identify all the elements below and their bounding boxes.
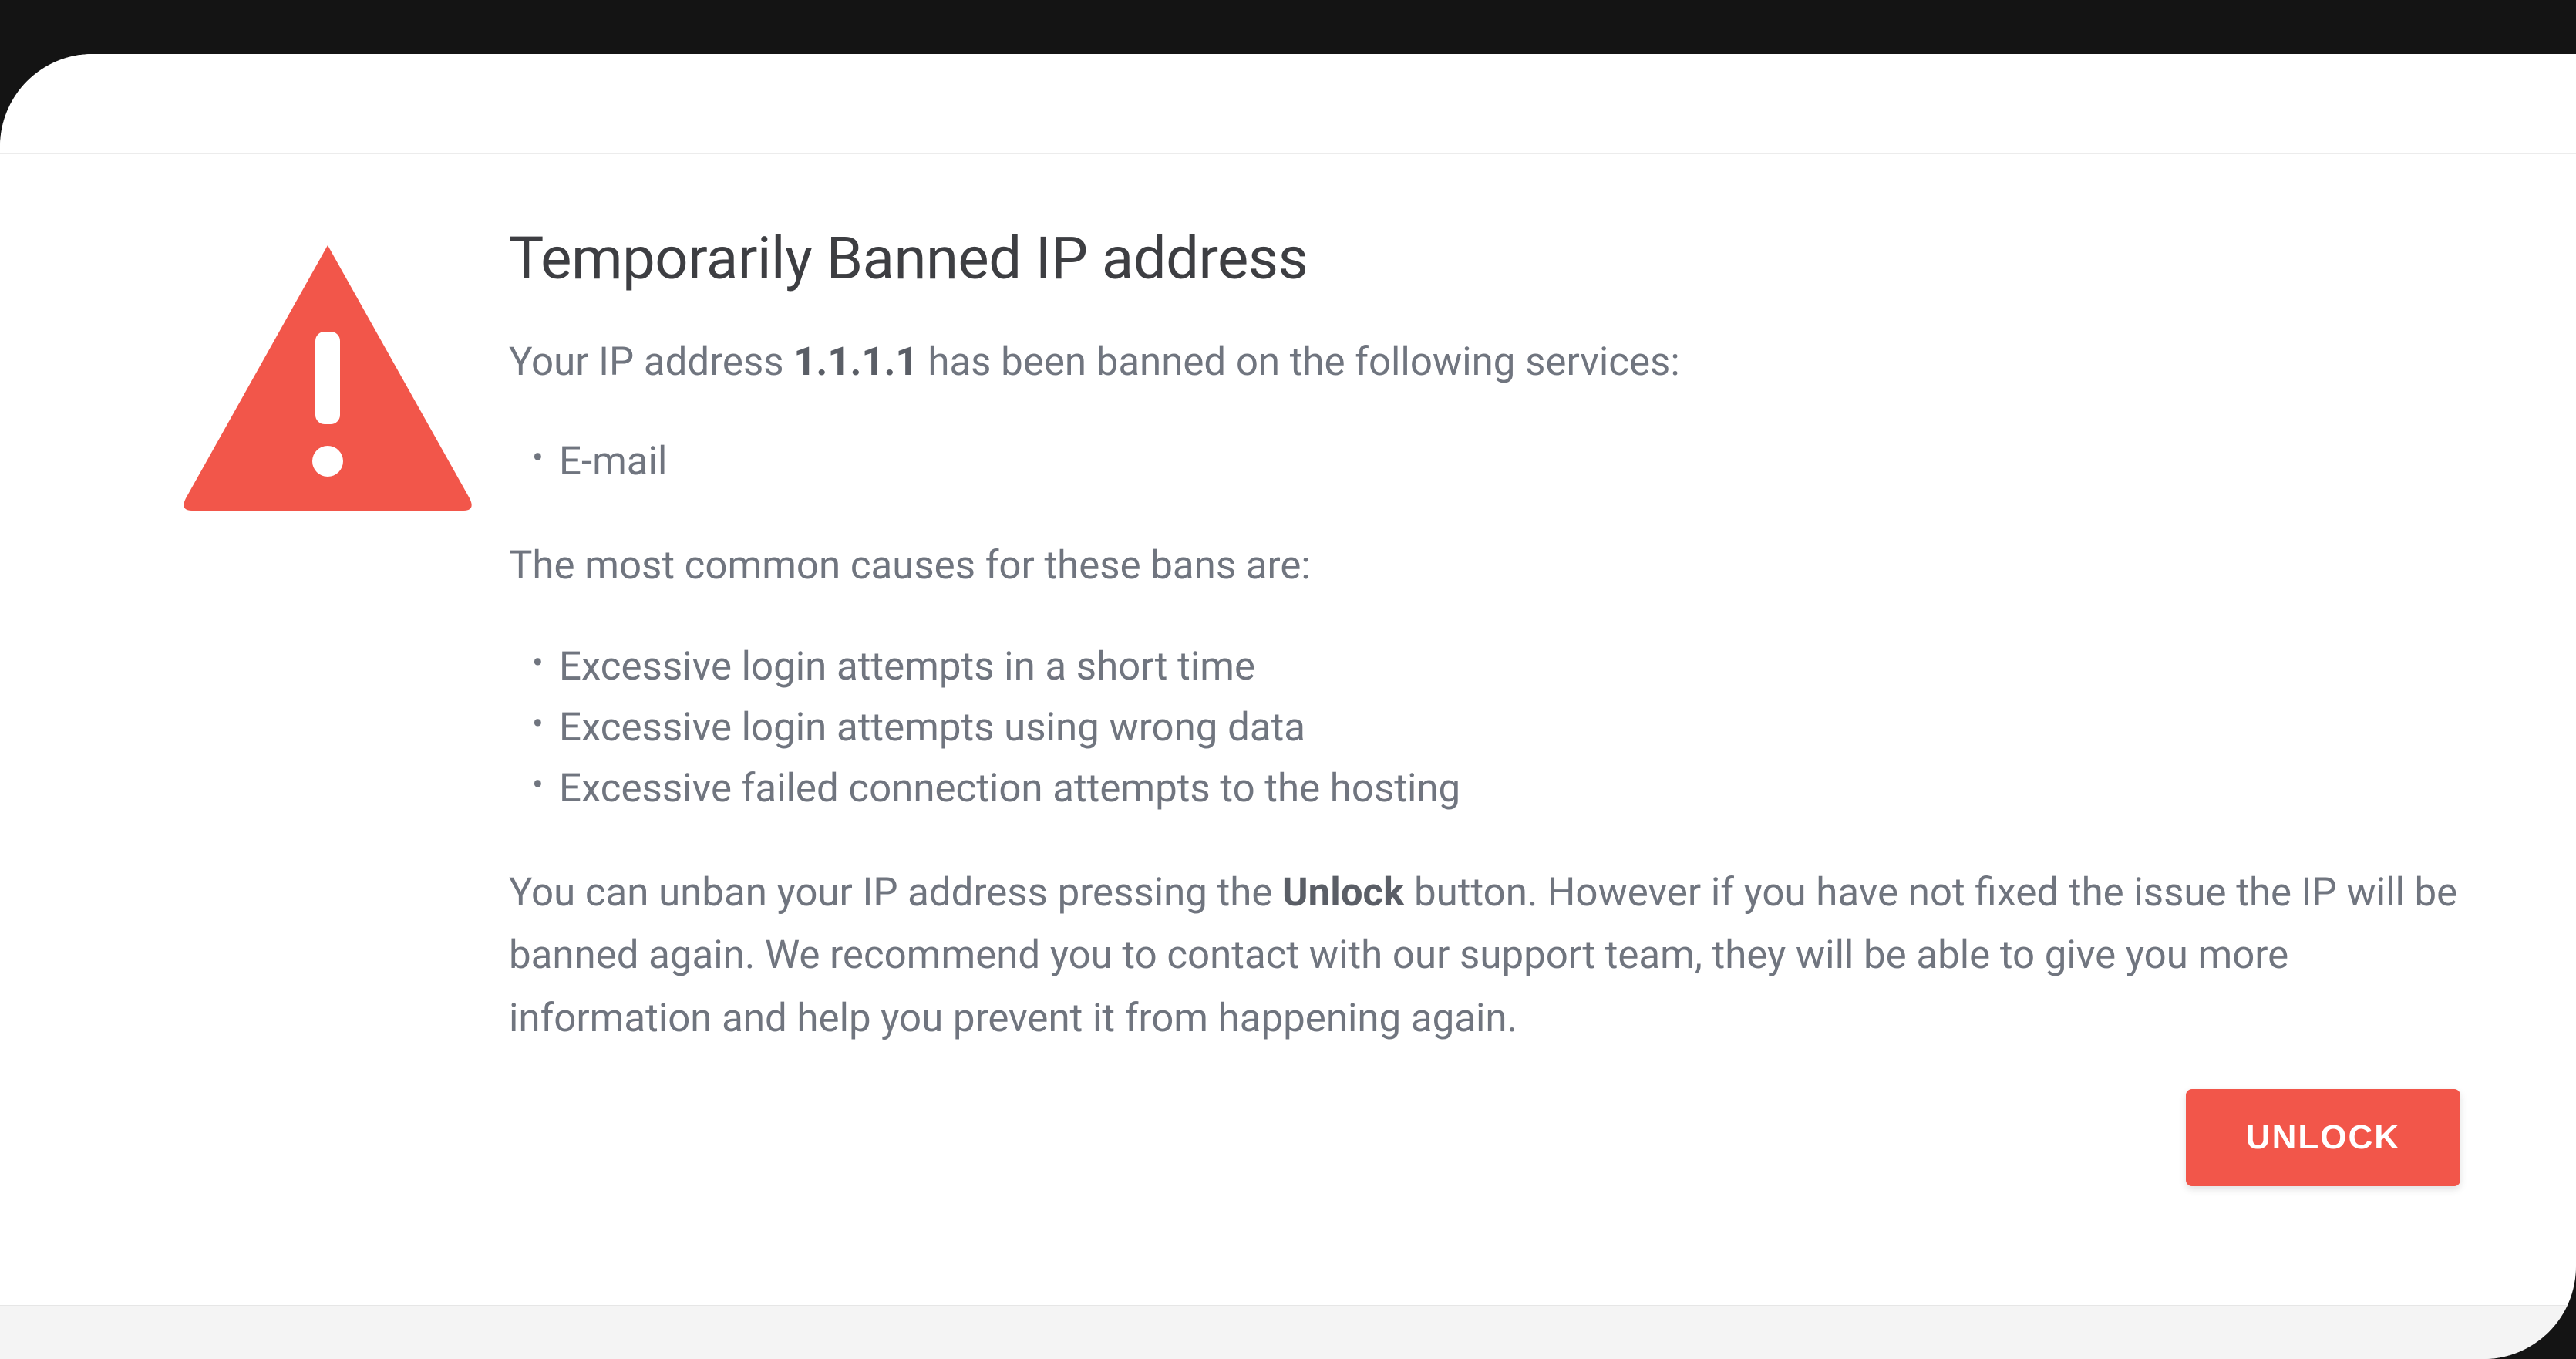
- explanation-prefix: You can unban your IP address pressing t…: [509, 870, 1282, 916]
- unlock-word: Unlock: [1282, 870, 1404, 916]
- content-wrap: Temporarily Banned IP address Your IP ad…: [0, 154, 2576, 1225]
- content-card: Temporarily Banned IP address Your IP ad…: [0, 54, 2576, 1359]
- intro-prefix: Your IP address: [509, 339, 793, 385]
- list-item: Excessive login attempts using wrong dat…: [532, 697, 2491, 758]
- text-column: Temporarily Banned IP address Your IP ad…: [509, 224, 2537, 1186]
- list-item: E-mail: [532, 431, 2491, 492]
- list-item: Excessive login attempts in a short time: [532, 636, 2491, 697]
- intro-text: Your IP address 1.1.1.1 has been banned …: [509, 332, 2491, 393]
- footer-strip: [0, 1305, 2576, 1359]
- unlock-button[interactable]: UNLOCK: [2186, 1089, 2460, 1186]
- header-bar: [0, 54, 2576, 154]
- warning-triangle-icon: [170, 239, 486, 517]
- ip-address: 1.1.1.1: [793, 339, 918, 385]
- intro-suffix: has been banned on the following service…: [918, 339, 1680, 385]
- services-list: E-mail: [509, 431, 2491, 492]
- causes-list: Excessive login attempts in a short time…: [509, 636, 2491, 819]
- icon-column: [170, 224, 509, 1186]
- list-item: Excessive failed connection attempts to …: [532, 758, 2491, 819]
- page-title: Temporarily Banned IP address: [509, 224, 2491, 293]
- button-row: UNLOCK: [509, 1089, 2491, 1186]
- explanation-text: You can unban your IP address pressing t…: [509, 862, 2491, 1050]
- page-frame: Temporarily Banned IP address Your IP ad…: [0, 0, 2576, 1359]
- causes-intro: The most common causes for these bans ar…: [509, 534, 2491, 598]
